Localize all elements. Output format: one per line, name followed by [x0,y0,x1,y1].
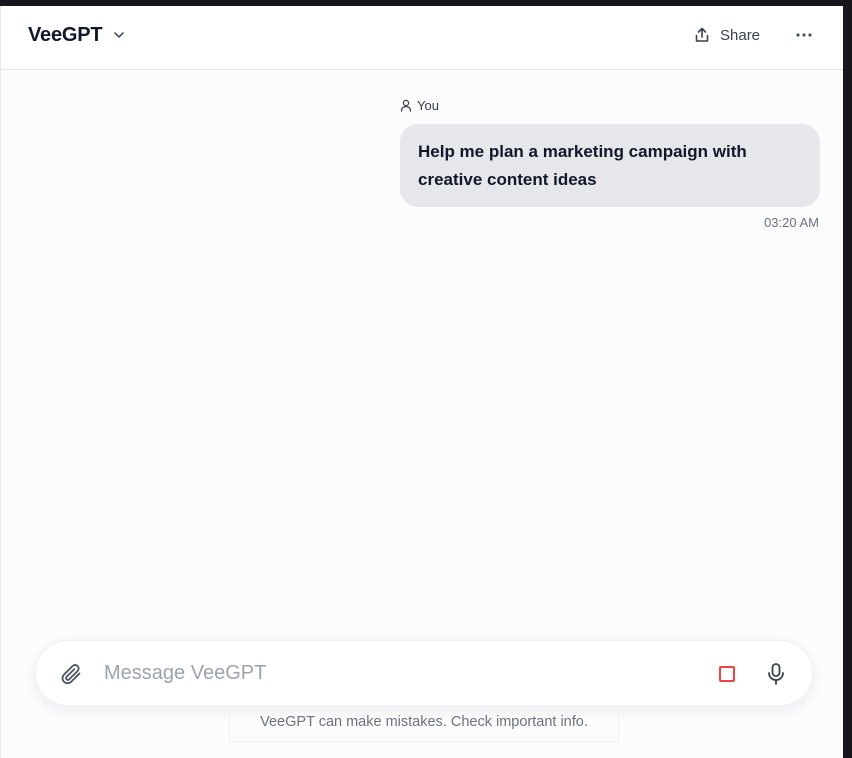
microphone-icon [766,662,786,686]
message-input[interactable] [104,659,684,687]
stop-button[interactable] [716,663,738,685]
share-icon [693,26,720,44]
paperclip-icon [59,662,83,686]
attach-button[interactable] [58,661,84,687]
model-selector[interactable]: VeeGPT [28,22,126,48]
user-message-bubble: Help me plan a marketing campaign with c… [400,124,820,207]
message-author-name: You [417,97,439,113]
message-composer [35,640,813,706]
chat-header: VeeGPT Share [1,6,843,70]
window-right-edge [843,0,852,758]
more-horizontal-icon [795,32,813,38]
chevron-down-icon [112,28,126,42]
share-label: Share [720,26,761,44]
message-author: You [400,97,439,113]
microphone-button[interactable] [764,661,788,687]
share-button[interactable]: Share [693,22,760,48]
more-options-button[interactable] [792,25,816,45]
stop-icon [719,666,735,682]
message-timestamp: 03:20 AM [764,215,819,230]
user-icon [400,99,412,112]
model-name: VeeGPT [28,23,103,46]
disclaimer-text: VeeGPT can make mistakes. Check importan… [229,706,619,742]
chat-app: VeeGPT Share You Help me plan a marketin… [0,6,843,758]
